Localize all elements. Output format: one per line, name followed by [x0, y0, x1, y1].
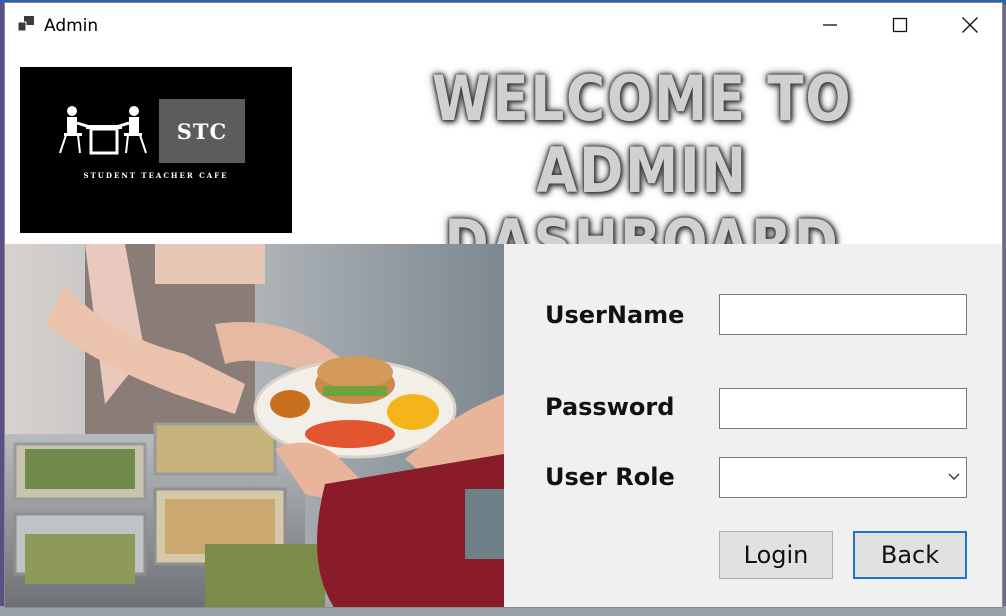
header-banner: STC STUDENT TEACHER CAFE WELCOME TO ADMI… — [5, 47, 1002, 279]
close-icon — [962, 17, 978, 33]
stc-logo: STC STUDENT TEACHER CAFE — [20, 67, 292, 233]
back-button[interactable]: Back — [853, 531, 967, 579]
logo-mark: STC — [176, 118, 228, 144]
password-label: Password — [545, 393, 675, 421]
user-role-dropdown[interactable] — [719, 457, 967, 498]
login-form: UserName Password User Role Login Back — [504, 244, 1002, 607]
welcome-line-1: WELCOME TO ADMIN — [431, 62, 853, 207]
logo-stc-box: STC — [159, 99, 245, 163]
window-app-icon — [17, 16, 34, 32]
table-people-icon — [59, 106, 147, 155]
minimize-icon — [823, 24, 837, 26]
minimize-button[interactable] — [795, 3, 865, 47]
title-bar[interactable]: Admin — [5, 3, 1002, 47]
user-role-label: User Role — [545, 463, 675, 491]
window-title: Admin — [44, 16, 99, 36]
username-input[interactable] — [719, 294, 967, 335]
username-label: UserName — [545, 301, 685, 329]
admin-window: Admin STC STUDENT TEACHER CAFE WELCOME T… — [4, 2, 1003, 608]
maximize-button[interactable] — [865, 3, 935, 47]
cafeteria-photo — [5, 244, 504, 607]
maximize-icon — [892, 17, 908, 33]
logo-caption: STUDENT TEACHER CAFE — [83, 171, 229, 180]
login-button[interactable]: Login — [719, 531, 833, 579]
close-button[interactable] — [935, 3, 1002, 47]
cafeteria-illustration — [5, 244, 504, 607]
chevron-down-icon[interactable] — [948, 472, 960, 482]
password-input[interactable] — [719, 388, 967, 429]
